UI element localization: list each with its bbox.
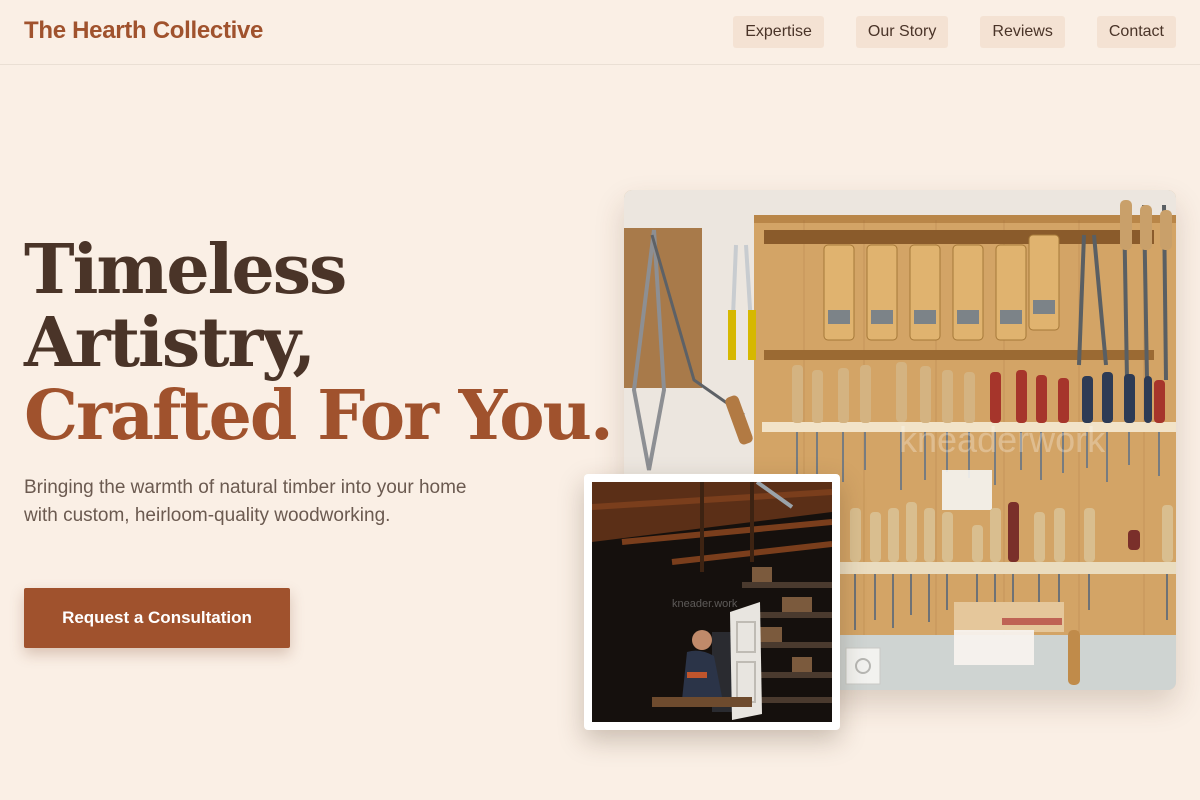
craftsman-illustration: kneader.work [592,482,832,722]
hero-title-accent: Crafted For You. [24,376,614,456]
hero-title-line-1: Timeless [24,230,347,310]
hero-subtitle: Bringing the warmth of natural timber in… [24,477,467,526]
nav-reviews[interactable]: Reviews [980,16,1065,48]
hero-title: Timeless Artistry, Crafted For You. [24,230,614,456]
craftsman-photo: kneader.work [592,482,832,722]
brand-logo[interactable]: The Hearth Collective [24,17,263,45]
nav-expertise[interactable]: Expertise [733,16,824,48]
nav-our-story[interactable]: Our Story [855,16,949,48]
inset-photo-watermark: kneader.work [672,598,738,610]
main-photo-watermark: kneaderwork [899,419,1106,460]
craftsman-photo-frame: kneader.work [584,474,840,730]
nav-contact[interactable]: Contact [1096,16,1176,48]
main-nav: Expertise Our Story Reviews Contact [733,16,1176,48]
hero-title-line-2: Artistry, [24,303,316,383]
request-consultation-button[interactable]: Request a Consultation [24,588,290,648]
site-header: The Hearth Collective Expertise Our Stor… [0,0,1200,65]
